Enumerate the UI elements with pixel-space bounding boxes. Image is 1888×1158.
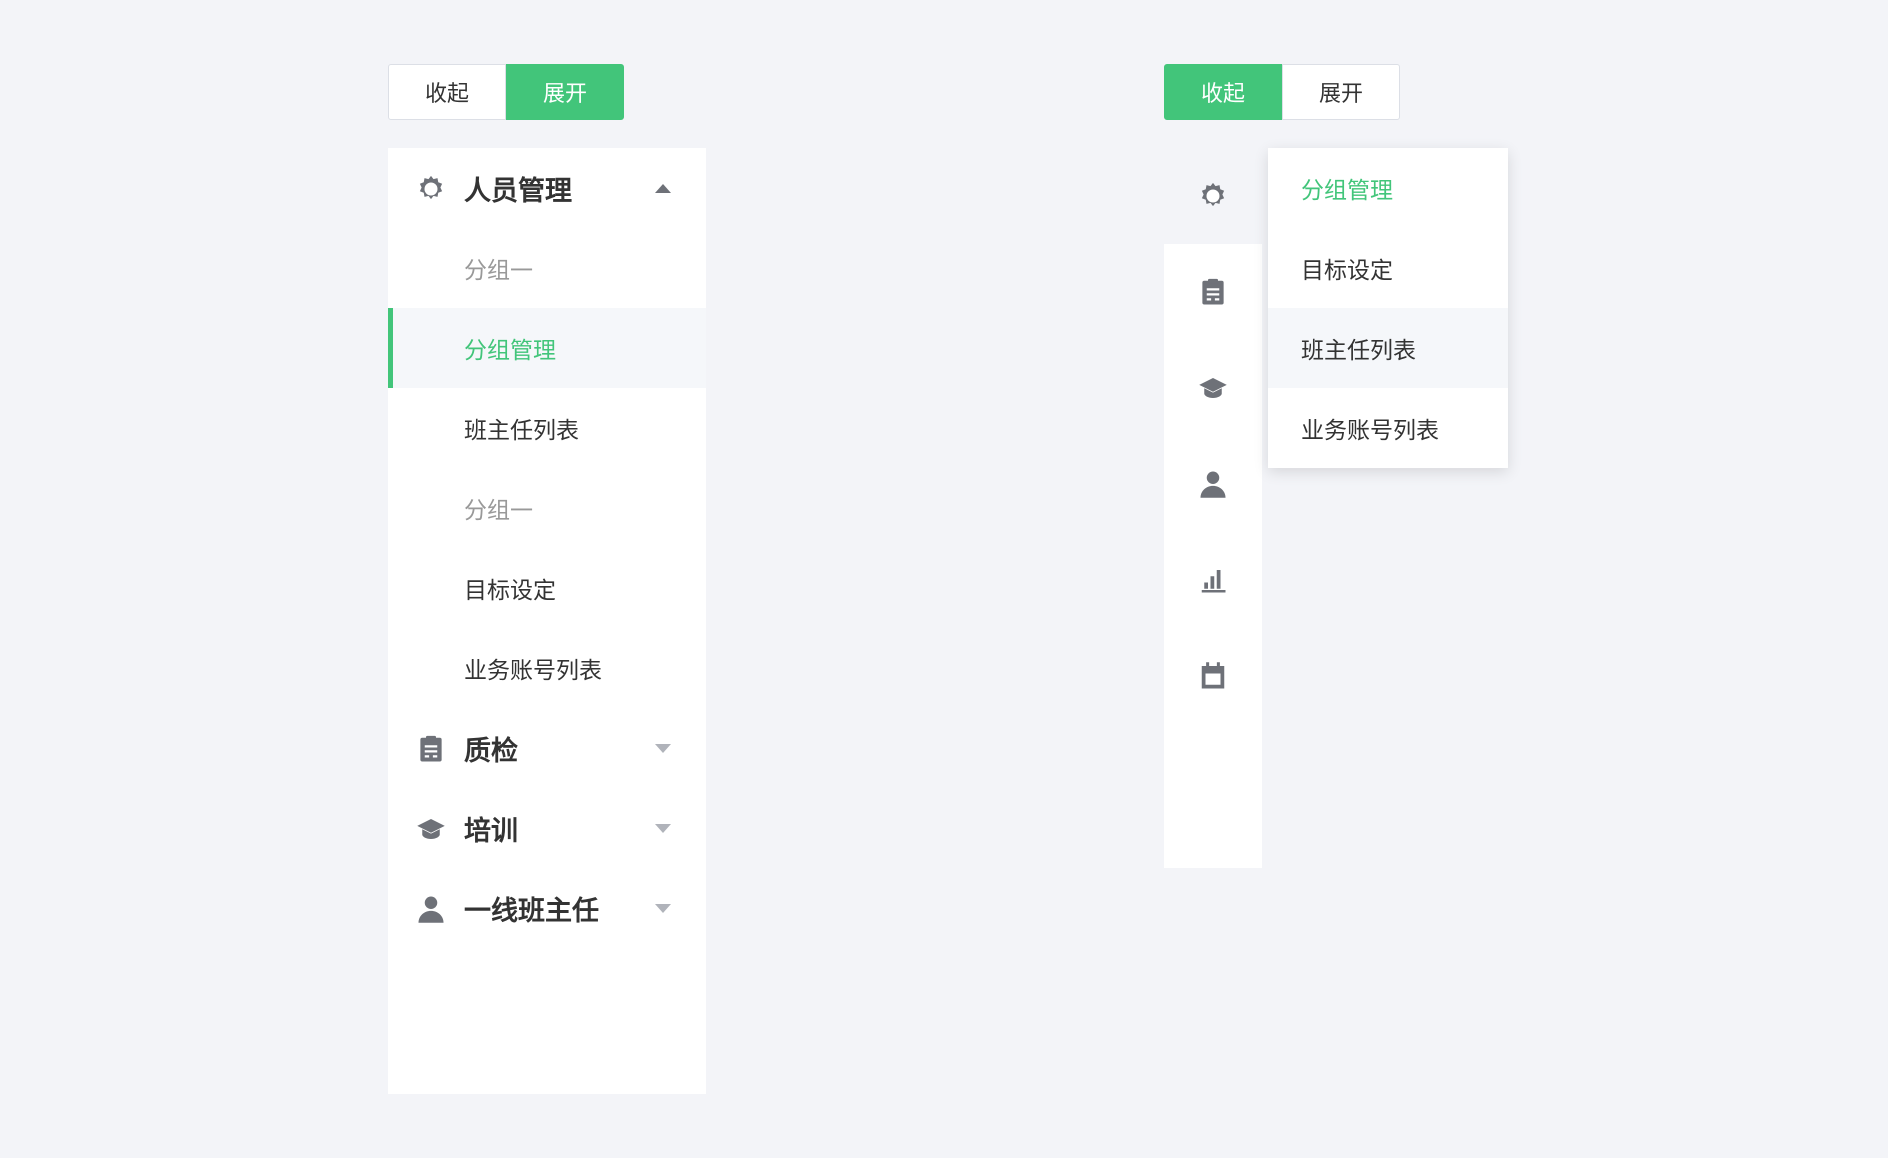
collapse-button[interactable]: 收起 [1164, 64, 1282, 120]
menu-group-quality-check[interactable]: 质检 [388, 708, 706, 788]
menu-group-label: 质检 [464, 735, 518, 767]
chevron-up-icon [655, 184, 671, 193]
menu-item-business-account-list[interactable]: 业务账号列表 [388, 628, 706, 708]
menu-group-label: 人员管理 [464, 175, 572, 207]
menu-group-label: 培训 [464, 815, 518, 847]
menu-group-label: 一线班主任 [464, 895, 599, 927]
graduation-cap-icon [1198, 373, 1228, 403]
graduation-cap-icon [416, 814, 446, 844]
rail-item-calendar[interactable] [1164, 628, 1262, 724]
calendar-icon [1198, 661, 1228, 691]
menu-item-target-setting[interactable]: 目标设定 [388, 548, 706, 628]
gear-icon [416, 174, 446, 204]
expand-button[interactable]: 展开 [1282, 64, 1400, 120]
chevron-down-icon [655, 904, 671, 913]
menu-section-title: 分组一 [464, 498, 533, 524]
rail-item-training[interactable] [1164, 340, 1262, 436]
chevron-down-icon [655, 744, 671, 753]
user-icon [416, 894, 446, 924]
clipboard-icon [1198, 277, 1228, 307]
menu-section-title: 分组一 [464, 258, 533, 284]
popup-item-group-management[interactable]: 分组管理 [1268, 148, 1508, 228]
chevron-down-icon [655, 824, 671, 833]
mode-toggle-collapsed: 收起 展开 [1164, 64, 1400, 120]
popup-item-target-setting[interactable]: 目标设定 [1268, 228, 1508, 308]
rail-item-statistics[interactable] [1164, 532, 1262, 628]
popup-item-business-account-list[interactable]: 业务账号列表 [1268, 388, 1508, 468]
menu-item-head-teacher-list[interactable]: 班主任列表 [388, 388, 706, 468]
menu-group-training[interactable]: 培训 [388, 788, 706, 868]
rail-item-personnel[interactable] [1164, 148, 1262, 244]
menu-item-group-management[interactable]: 分组管理 [388, 308, 706, 388]
menu-group-frontline-head-teacher[interactable]: 一线班主任 [388, 868, 706, 948]
sidebar-menu-expanded: 人员管理 分组一 分组管理 班主任列表 分组一 目标设定 业务账号列表 质检 培… [388, 148, 706, 1094]
submenu-popup: 分组管理 目标设定 班主任列表 业务账号列表 [1268, 148, 1508, 468]
expand-button[interactable]: 展开 [506, 64, 624, 120]
collapse-button[interactable]: 收起 [388, 64, 506, 120]
rail-item-frontline-head-teacher[interactable] [1164, 436, 1262, 532]
mode-toggle-expanded: 收起 展开 [388, 64, 624, 120]
rail-item-quality-check[interactable] [1164, 244, 1262, 340]
clipboard-icon [416, 734, 446, 764]
gear-icon [1198, 181, 1228, 211]
user-icon [1198, 469, 1228, 499]
popup-item-head-teacher-list[interactable]: 班主任列表 [1268, 308, 1508, 388]
sidebar-menu-collapsed [1164, 148, 1262, 868]
menu-group-personnel[interactable]: 人员管理 [388, 148, 706, 228]
bar-chart-icon [1198, 565, 1228, 595]
